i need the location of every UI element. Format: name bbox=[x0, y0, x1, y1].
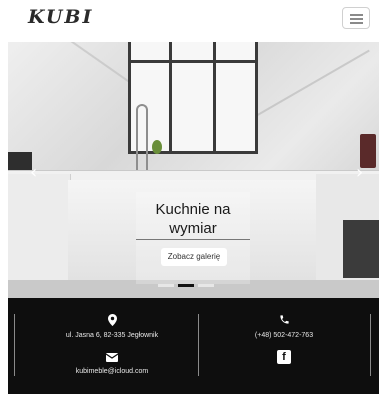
window-frame bbox=[131, 60, 255, 63]
hero-title: Kuchnie na wymiar bbox=[155, 201, 231, 237]
address-text: ul. Jasna 6, 82-335 Jegłownik bbox=[65, 332, 159, 339]
carousel-indicators bbox=[158, 284, 232, 287]
carousel-indicator[interactable] bbox=[198, 284, 214, 287]
envelope-icon[interactable] bbox=[104, 352, 120, 365]
marble-vein bbox=[38, 42, 138, 89]
logo[interactable]: KUBI bbox=[8, 4, 118, 36]
hamburger-line bbox=[350, 14, 363, 16]
hamburger-line bbox=[350, 22, 363, 24]
hero-image-oven bbox=[343, 220, 379, 278]
footer-divider bbox=[370, 314, 371, 376]
phone-icon[interactable] bbox=[276, 314, 292, 328]
footer-divider bbox=[14, 314, 15, 376]
carousel-prev-arrow-icon[interactable]: ‹ bbox=[30, 162, 37, 183]
logo-text: KUBI bbox=[28, 6, 94, 28]
hero-carousel: ‹ › Kuchnie na wymiar Zobacz galerię bbox=[8, 42, 379, 298]
carousel-indicator[interactable] bbox=[158, 284, 174, 287]
hero-image-appliance bbox=[8, 152, 32, 170]
facebook-icon[interactable]: f bbox=[277, 350, 291, 364]
marble-vein bbox=[256, 49, 370, 117]
window-frame bbox=[169, 42, 172, 154]
email-link[interactable]: kubimeble@icloud.com bbox=[52, 368, 172, 375]
gallery-button[interactable]: Zobacz galerię bbox=[161, 248, 227, 266]
caption-divider bbox=[136, 239, 250, 240]
hero-caption: Kuchnie na wymiar Zobacz galerię bbox=[136, 192, 250, 284]
hamburger-line bbox=[350, 18, 363, 20]
location-pin-icon bbox=[104, 314, 120, 329]
hero-image-tap bbox=[136, 104, 148, 170]
site-header: KUBI bbox=[0, 0, 379, 42]
window-frame bbox=[213, 42, 216, 154]
phone-link[interactable]: (+48) 502-472-763 bbox=[224, 332, 344, 339]
footer-divider bbox=[198, 314, 199, 376]
menu-toggle-button[interactable] bbox=[342, 7, 370, 29]
hero-image-plant bbox=[152, 140, 162, 154]
site-footer: ul. Jasna 6, 82-335 Jegłownik kubimeble@… bbox=[8, 298, 379, 394]
carousel-next-arrow-icon[interactable]: › bbox=[356, 162, 363, 183]
carousel-indicator-active[interactable] bbox=[178, 284, 194, 287]
hero-image-cabinet bbox=[8, 174, 71, 284]
